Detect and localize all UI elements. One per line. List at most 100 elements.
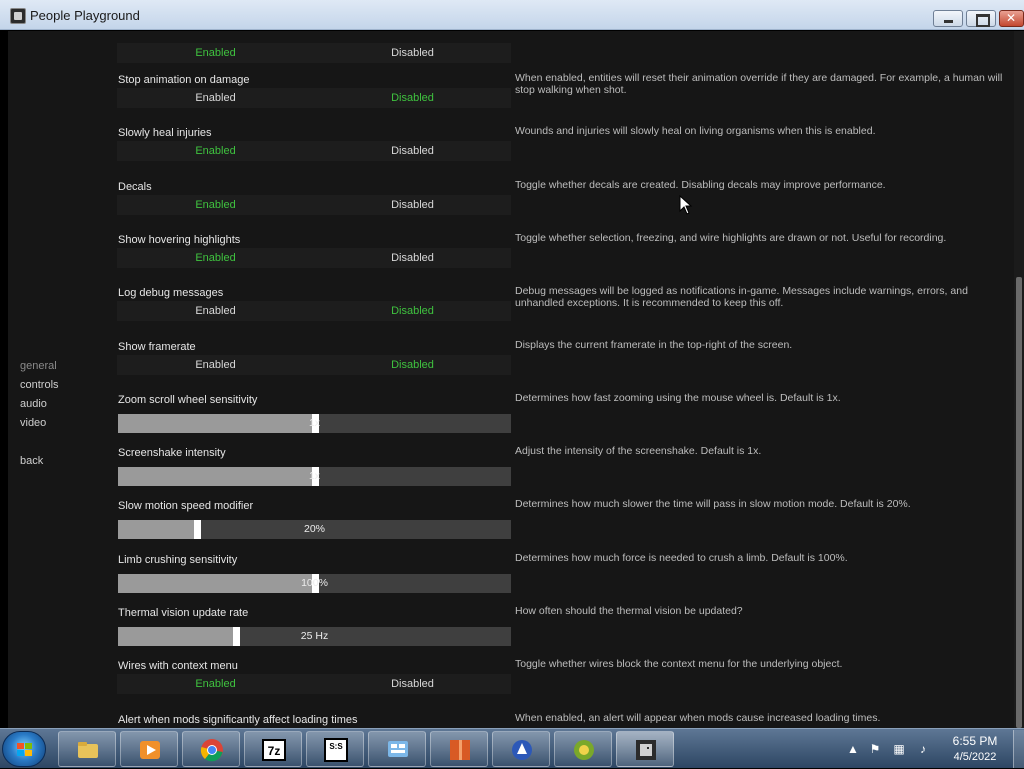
setting-row: Screenshake intensityAdjust the intensit… bbox=[117, 447, 1017, 500]
setting-slider[interactable]: 1x bbox=[118, 467, 511, 486]
setting-title: Stop animation on damage bbox=[118, 74, 249, 86]
setting-title: Alert when mods significantly affect loa… bbox=[118, 714, 357, 726]
slider-value: 25 Hz bbox=[118, 630, 511, 642]
setting-title: Slow motion speed modifier bbox=[118, 500, 253, 512]
setting-title: Limb crushing sensitivity bbox=[118, 554, 237, 566]
system-tray: ▲ ⚑ ▦ ♪ 6:55 PM 4/5/2022 bbox=[842, 729, 1024, 769]
disabled-option[interactable]: Disabled bbox=[314, 47, 511, 59]
nav-general[interactable]: general bbox=[20, 360, 57, 372]
enabled-option[interactable]: Enabled bbox=[117, 47, 314, 59]
setting-slider[interactable]: 25 Hz bbox=[118, 627, 511, 646]
enabled-option[interactable]: Enabled bbox=[117, 199, 314, 211]
chrome-icon bbox=[200, 738, 224, 762]
setting-row: Show framerateDisplays the current frame… bbox=[117, 341, 1017, 394]
disabled-option[interactable]: Disabled bbox=[314, 199, 511, 211]
settings-sidebar: general controls audio video back bbox=[8, 31, 108, 728]
disabled-option[interactable]: Disabled bbox=[314, 678, 511, 690]
setting-row: Alert when mods significantly affect loa… bbox=[117, 714, 1017, 728]
setting-title: Log debug messages bbox=[118, 287, 223, 299]
setting-row: Zoom scroll wheel sensitivity Determines … bbox=[117, 394, 1017, 447]
close-button[interactable] bbox=[999, 10, 1024, 27]
setting-slider[interactable]: 1x bbox=[118, 414, 511, 433]
slider-value: 100% bbox=[118, 577, 511, 589]
green-app-icon bbox=[572, 738, 596, 762]
setting-slider[interactable]: 20% bbox=[118, 520, 511, 539]
blue-app-icon bbox=[510, 738, 534, 762]
setting-toggle: EnabledDisabled bbox=[117, 141, 511, 161]
nav-controls[interactable]: controls bbox=[20, 379, 59, 391]
setting-description: Determines how much slower the time will… bbox=[515, 498, 1015, 510]
disabled-option[interactable]: Disabled bbox=[314, 145, 511, 157]
mouse-cursor-icon bbox=[679, 195, 693, 215]
orange-app-icon bbox=[448, 738, 472, 762]
show-hidden-icons-icon[interactable]: ▲ bbox=[846, 742, 860, 756]
setting-title: Screenshake intensity bbox=[118, 447, 226, 459]
taskbar-media-player[interactable] bbox=[120, 731, 178, 767]
volume-icon[interactable]: ♪ bbox=[916, 742, 930, 756]
disabled-option[interactable]: Disabled bbox=[314, 92, 511, 104]
nav-back[interactable]: back bbox=[20, 455, 43, 467]
taskbar-7-zip[interactable]: 7z bbox=[244, 731, 302, 767]
enabled-option[interactable]: Enabled bbox=[117, 145, 314, 157]
taskbar-windows-explorer[interactable] bbox=[58, 731, 116, 767]
network-icon[interactable]: ▦ bbox=[892, 742, 906, 756]
svg-text:7z: 7z bbox=[268, 744, 281, 758]
setting-toggle: EnabledDisabled bbox=[117, 355, 511, 375]
enabled-option[interactable]: Enabled bbox=[117, 92, 314, 104]
minimize-button[interactable] bbox=[933, 10, 963, 27]
game-settings-screen: general controls audio video back Enable… bbox=[8, 31, 1024, 728]
maximize-button[interactable] bbox=[966, 10, 996, 27]
enabled-option[interactable]: Enabled bbox=[117, 305, 314, 317]
people-playground-icon bbox=[634, 738, 658, 762]
setting-title: Show hovering highlights bbox=[118, 234, 240, 246]
setting-description: When enabled, an alert will appear when … bbox=[515, 712, 1015, 724]
title-bar[interactable]: People Playground bbox=[0, 0, 1024, 30]
svg-text:S:S: S:S bbox=[329, 742, 343, 751]
scrollbar-thumb[interactable] bbox=[1016, 277, 1022, 728]
show-desktop-button[interactable] bbox=[1013, 730, 1024, 768]
window-title: People Playground bbox=[30, 8, 140, 23]
setting-title: Thermal vision update rate bbox=[118, 607, 248, 619]
setting-description: How often should the thermal vision be u… bbox=[515, 605, 1015, 617]
taskbar-orange-app[interactable] bbox=[430, 731, 488, 767]
setting-title: Wires with context menu bbox=[118, 660, 238, 672]
disabled-option[interactable]: Disabled bbox=[314, 305, 511, 317]
taskbar-control-panel[interactable] bbox=[368, 731, 426, 767]
setting-row: Show hovering highlights Toggle whether s… bbox=[117, 234, 1017, 287]
enabled-option[interactable]: Enabled bbox=[117, 252, 314, 264]
nav-video[interactable]: video bbox=[20, 417, 46, 429]
taskbar-sas-app[interactable]: S:S bbox=[306, 731, 364, 767]
setting-description: Determines how fast zooming using the mo… bbox=[515, 392, 1015, 404]
enabled-option[interactable]: Enabled bbox=[117, 678, 314, 690]
settings-scrollbar[interactable] bbox=[1014, 31, 1024, 728]
setting-title: Zoom scroll wheel sensitivity bbox=[118, 394, 257, 406]
clock-date[interactable]: 4/5/2022 bbox=[945, 751, 1005, 763]
taskbar-green-app[interactable] bbox=[554, 731, 612, 767]
clock-time[interactable]: 6:55 PM bbox=[945, 734, 1005, 748]
setting-toggle: EnabledDisabled bbox=[117, 88, 511, 108]
setting-toggle: EnabledDisabled bbox=[117, 674, 511, 694]
taskbar-blue-app[interactable] bbox=[492, 731, 550, 767]
setting-slider[interactable]: 100% bbox=[118, 574, 511, 593]
disabled-option[interactable]: Disabled bbox=[314, 359, 511, 371]
setting-description: Determines how much force is needed to c… bbox=[515, 552, 1015, 564]
disabled-option[interactable]: Disabled bbox=[314, 252, 511, 264]
setting-row: Slow motion speed modifier Determines how… bbox=[117, 500, 1017, 553]
start-button[interactable] bbox=[2, 731, 46, 767]
setting-title: Show framerate bbox=[118, 341, 196, 353]
setting-toggle: EnabledDisabled bbox=[117, 43, 511, 63]
folder-icon bbox=[76, 738, 100, 762]
setting-toggle: EnabledDisabled bbox=[117, 195, 511, 215]
setting-row: Thermal vision update rate How often shou… bbox=[117, 607, 1017, 660]
setting-description: Toggle whether selection, freezing, and … bbox=[515, 232, 1015, 244]
setting-row: Stop animation on damageWhen enabled, en… bbox=[117, 74, 1017, 127]
taskbar-people-playground[interactable] bbox=[616, 731, 674, 767]
setting-row: Wires with context menuToggle whether wi… bbox=[117, 660, 1017, 713]
enabled-option[interactable]: Enabled bbox=[117, 359, 314, 371]
action-center-icon[interactable]: ⚑ bbox=[868, 742, 882, 756]
nav-audio[interactable]: audio bbox=[20, 398, 47, 410]
taskbar: 7z S:S ▲ ⚑ ▦ ♪ 6:55 PM 4/5/2022 bbox=[0, 728, 1024, 768]
slider-value: 1x bbox=[118, 470, 511, 482]
app-window: People Playground general controls audio… bbox=[0, 0, 1024, 728]
taskbar-chrome[interactable] bbox=[182, 731, 240, 767]
